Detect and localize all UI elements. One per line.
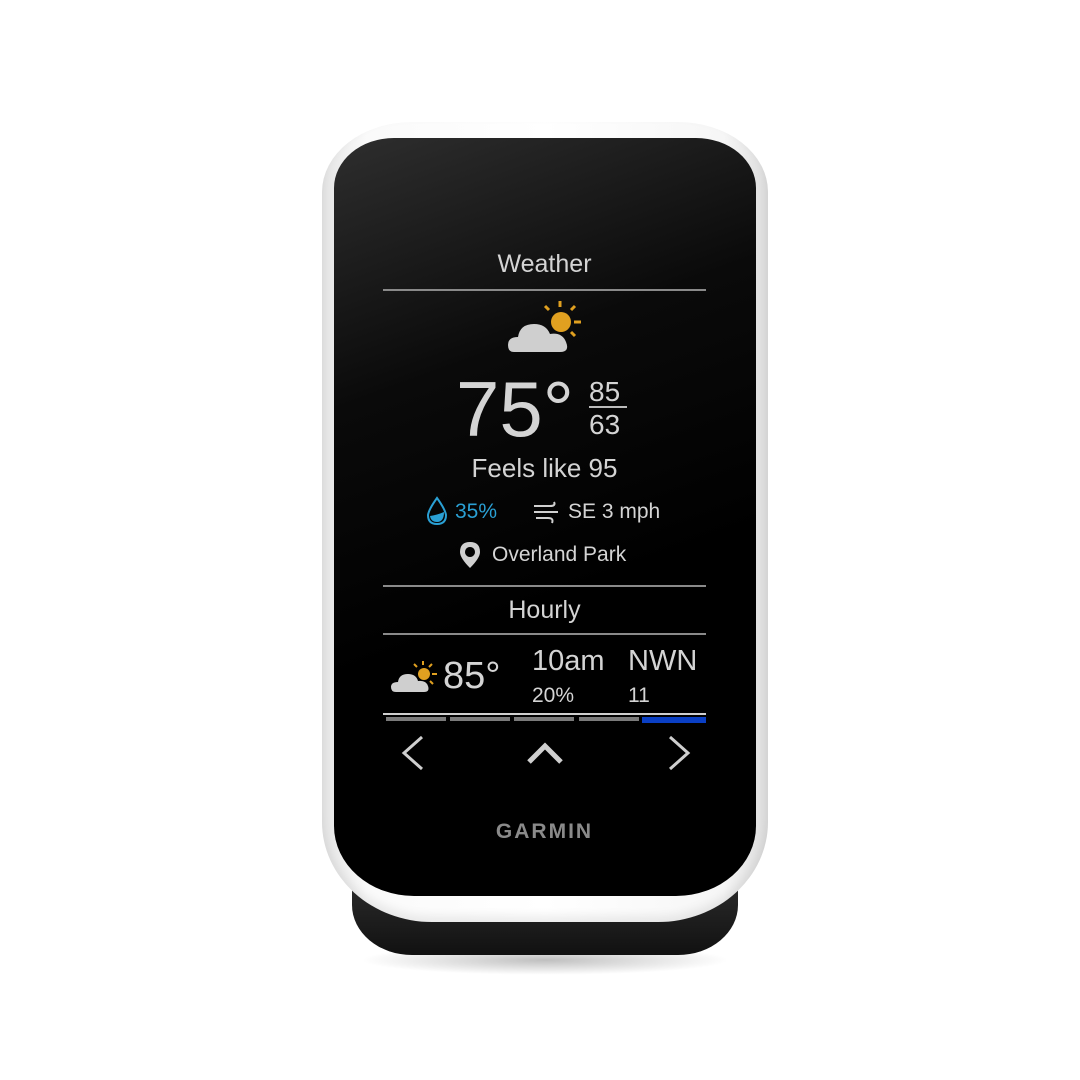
- location-pin-icon: [460, 542, 480, 568]
- wind: SE 3 mph: [568, 500, 661, 523]
- divider: [383, 585, 706, 587]
- chevron-left-icon[interactable]: [398, 734, 428, 772]
- page-indicator-1[interactable]: [386, 717, 446, 721]
- weather-title: Weather: [497, 250, 592, 278]
- hourly-wind-speed: 11: [628, 684, 650, 707]
- water-drop-icon: [426, 496, 448, 526]
- high-low-divider: [589, 406, 627, 408]
- hourly-wind-direction: NWN: [628, 645, 698, 677]
- location: Overland Park: [492, 543, 627, 566]
- low-temperature: 63: [589, 409, 621, 440]
- feels-like: Feels like 95: [471, 453, 618, 483]
- hourly-title: Hourly: [508, 596, 581, 624]
- wind-icon: [534, 501, 558, 524]
- page-indicator-3[interactable]: [514, 717, 574, 721]
- page-indicator-4[interactable]: [579, 717, 639, 721]
- page-indicator-5-active[interactable]: [642, 717, 706, 723]
- partly-sunny-icon: [391, 661, 437, 692]
- high-temperature: 85: [589, 376, 621, 407]
- hourly-temperature: 85°: [443, 655, 501, 697]
- partly-sunny-icon: [508, 301, 581, 352]
- page-indicator-2[interactable]: [450, 717, 510, 721]
- hourly-time: 10am: [532, 645, 605, 677]
- page-indicator-track: [383, 713, 706, 715]
- current-temperature: 75°: [456, 365, 574, 453]
- divider: [383, 633, 706, 635]
- hourly-precip: 20%: [532, 684, 575, 707]
- divider: [383, 289, 706, 291]
- chevron-up-icon[interactable]: [526, 740, 564, 766]
- garmin-logo: GARMIN: [495, 820, 594, 843]
- precip-chance: 35%: [455, 500, 498, 523]
- chevron-right-icon[interactable]: [664, 734, 694, 772]
